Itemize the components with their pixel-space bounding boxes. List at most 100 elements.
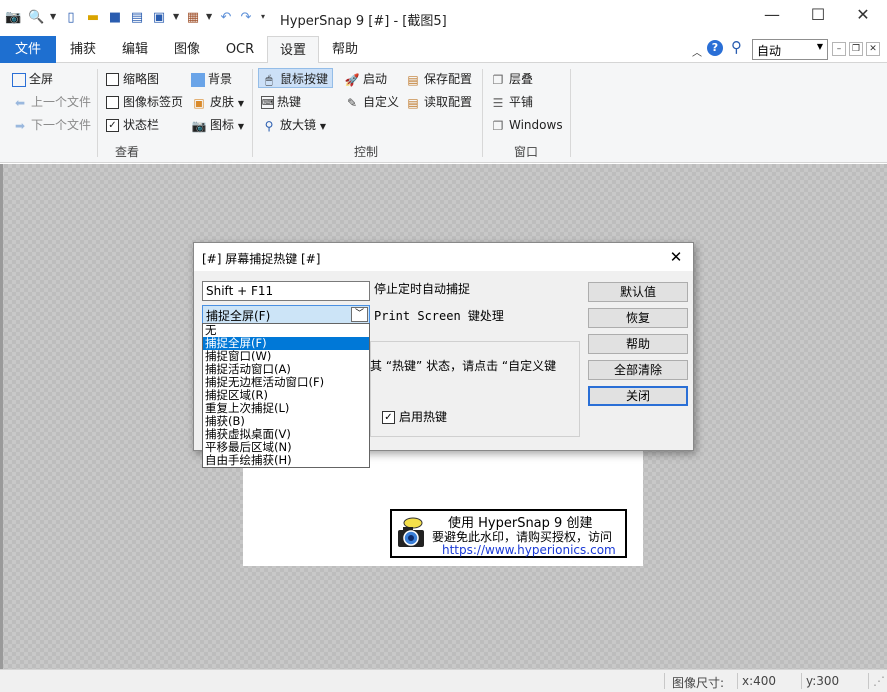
statusbar-checkbox[interactable]: ✓ 状态栏 — [106, 115, 159, 135]
image-size-label: 图像尺寸: — [672, 676, 725, 690]
divider — [482, 69, 483, 157]
zoom-value: 自动 — [757, 44, 782, 58]
magnifier-icon: ⚲ — [264, 118, 274, 133]
image-tabs-checkbox[interactable]: 图像标签页 — [106, 92, 183, 112]
divider — [252, 69, 253, 157]
open-folder-icon[interactable]: ▬ — [85, 10, 101, 26]
chevron-down-icon: ▼ — [816, 42, 823, 51]
restore-button[interactable]: 恢复 — [588, 308, 688, 328]
customize-quickaccess-icon[interactable]: ▾ — [261, 12, 265, 21]
chevron-down-icon[interactable]: ▼ — [206, 12, 212, 21]
hotkey-field[interactable]: Shift + F11 — [202, 281, 370, 301]
divider — [801, 673, 802, 689]
arrow-left-icon: ⬅ — [14, 95, 26, 110]
hotkey-note: 其 “热键” 状态，请点击 “自定义键 — [370, 359, 557, 373]
zoom-icon[interactable]: 🔍 — [28, 10, 44, 26]
divider — [868, 673, 869, 689]
minimize-icon[interactable]: — — [749, 0, 795, 32]
enable-hotkeys-checkbox[interactable]: ✓ 启用热键 — [382, 408, 447, 425]
save-icon[interactable]: ■ — [107, 10, 123, 26]
hotkeys-button[interactable]: ⌨ 热键 — [261, 92, 301, 112]
print-icon[interactable]: ▤ — [129, 10, 145, 26]
save-config-button[interactable]: ▤ 保存配置 — [405, 69, 472, 89]
mdi-minimize-icon[interactable]: – — [832, 42, 846, 56]
mouse-buttons-button[interactable]: 🖱 鼠标按键 — [258, 68, 333, 88]
close-icon[interactable]: ✕ — [663, 245, 689, 269]
capture-action-value: 捕捉全屏(F) — [206, 309, 271, 323]
tab-capture[interactable]: 捕获 — [57, 36, 109, 63]
stop-timer-label: 停止定时自动捕捉 — [374, 282, 471, 296]
arrow-right-icon: ➡ — [14, 118, 26, 133]
next-file-button[interactable]: ➡ 下一个文件 — [12, 115, 91, 135]
cascade-icon: ❐ — [492, 72, 504, 87]
magnifier-dropdown[interactable]: ⚲ 放大镜 ▼ — [261, 115, 326, 135]
chevron-down-icon: ▼ — [237, 122, 244, 131]
cascade-button[interactable]: ❐ 层叠 — [490, 69, 533, 89]
new-file-icon[interactable]: ▯ — [63, 10, 79, 26]
collapse-ribbon-icon[interactable]: ︿ — [692, 44, 702, 59]
window-title: HyperSnap 9 [#] - [截图5] — [280, 14, 447, 29]
list-item[interactable]: 自由手绘捕获(H) — [203, 454, 369, 467]
divider — [97, 69, 98, 157]
group-label-view: 查看 — [115, 145, 140, 159]
divider — [664, 673, 665, 689]
checkbox — [106, 73, 119, 86]
clipboard-icon[interactable]: ▦ — [185, 10, 201, 26]
help-icon[interactable]: ? — [707, 40, 723, 56]
screens-icon[interactable]: ▣ — [151, 10, 167, 26]
mdi-close-icon[interactable]: ✕ — [866, 42, 880, 56]
image-height: y:300 — [806, 674, 840, 688]
background-button[interactable]: 背景 — [191, 69, 232, 89]
maximize-icon[interactable]: ☐ — [795, 0, 841, 32]
prev-file-button[interactable]: ⬅ 上一个文件 — [12, 92, 91, 112]
fullscreen-icon — [12, 72, 26, 87]
capture-action-select[interactable]: 捕捉全屏(F) ﹀ — [202, 305, 370, 324]
checkmark-icon: ✓ — [382, 411, 395, 424]
defaults-button[interactable]: 默认值 — [588, 282, 688, 302]
tab-help[interactable]: 帮助 — [319, 36, 371, 63]
checkbox — [106, 96, 119, 109]
tab-image[interactable]: 图像 — [161, 36, 213, 63]
tab-ocr[interactable]: OCR — [213, 36, 267, 63]
dialog-title-bar[interactable]: [#] 屏幕捕捉热键 [#] ✕ — [194, 243, 693, 271]
resize-grip-icon[interactable]: ⋰ — [873, 674, 885, 688]
watermark-box: 使用 HyperSnap 9 创建 要避免此水印，请购买授权，访问 https:… — [390, 509, 627, 558]
clear-all-button[interactable]: 全部清除 — [588, 360, 688, 380]
skin-dropdown[interactable]: ▣ 皮肤 ▼ — [191, 92, 244, 112]
load-config-icon: ▤ — [407, 95, 419, 110]
close-icon[interactable]: ✕ — [840, 0, 886, 32]
group-label-control: 控制 — [354, 145, 379, 159]
tab-edit[interactable]: 编辑 — [109, 36, 161, 63]
printscreen-label: Print Screen 键处理 — [374, 309, 504, 323]
undo-icon[interactable]: ↶ — [218, 10, 234, 26]
camera-icon[interactable]: 📷 — [5, 10, 21, 26]
dialog-title: [#] 屏幕捕捉热键 [#] — [202, 252, 321, 266]
thumbnails-checkbox[interactable]: 缩略图 — [106, 69, 159, 89]
tab-settings[interactable]: 设置 — [267, 36, 319, 64]
tile-button[interactable]: ☰ 平铺 — [490, 92, 533, 112]
save-config-icon: ▤ — [407, 72, 419, 87]
startup-button[interactable]: 🚀 启动 — [344, 69, 388, 89]
search-icon[interactable]: ⚲ — [731, 38, 742, 56]
wand-icon: ✎ — [346, 95, 358, 110]
close-button[interactable]: 关闭 — [588, 386, 688, 406]
windows-icon: ❐ — [492, 118, 504, 133]
zoom-select[interactable]: 自动 ▼ — [752, 39, 828, 60]
chevron-down-icon[interactable]: ▼ — [50, 12, 56, 21]
divider — [737, 673, 738, 689]
help-button[interactable]: 帮助 — [588, 334, 688, 354]
load-config-button[interactable]: ▤ 读取配置 — [405, 92, 472, 112]
mdi-restore-icon[interactable]: ❐ — [849, 42, 863, 56]
tile-icon: ☰ — [492, 95, 504, 110]
icons-dropdown[interactable]: 📷 图标 ▼ — [191, 115, 244, 135]
redo-icon[interactable]: ↷ — [238, 10, 254, 26]
customize-button[interactable]: ✎ 自定义 — [344, 92, 399, 112]
image-width: x:400 — [742, 674, 777, 688]
chevron-down-icon[interactable]: ▼ — [173, 12, 179, 21]
windows-button[interactable]: ❐ Windows — [490, 115, 563, 135]
chevron-down-icon[interactable]: ﹀ — [351, 307, 368, 322]
status-bar: 图像尺寸: x:400 y:300 ⋰ — [0, 669, 887, 692]
watermark-link[interactable]: https://www.hyperionics.com — [442, 543, 616, 557]
tab-file[interactable]: 文件 — [0, 36, 56, 63]
fullscreen-button[interactable]: 全屏 — [12, 69, 53, 89]
